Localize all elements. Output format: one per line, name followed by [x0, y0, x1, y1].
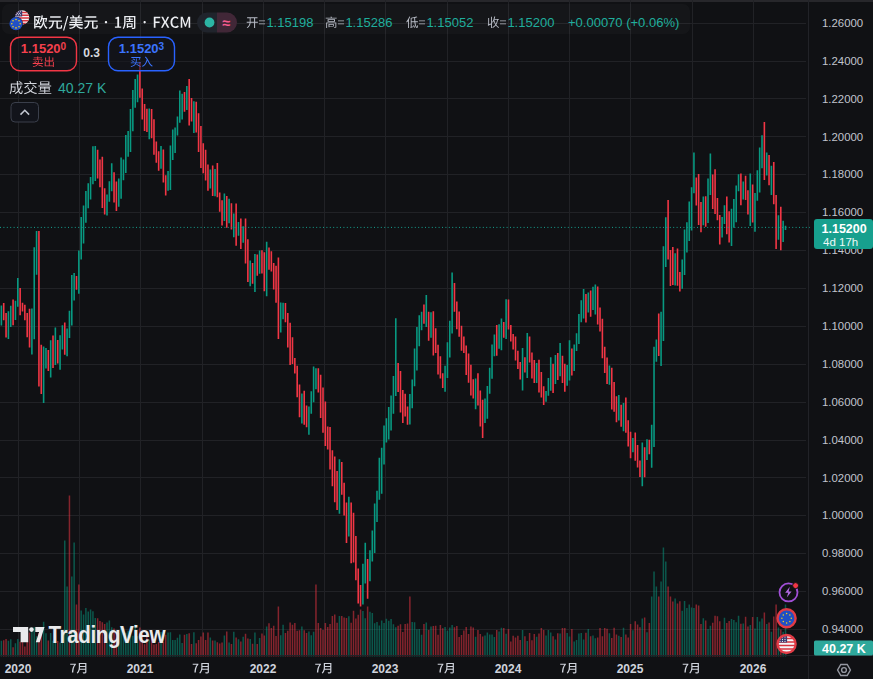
svg-text:1.00000: 1.00000: [822, 509, 863, 521]
svg-text:40.27 K: 40.27 K: [822, 642, 866, 656]
svg-text:2026: 2026: [740, 662, 767, 676]
svg-text:1.15203: 1.15203: [119, 41, 165, 56]
svg-text:1.15198: 1.15198: [266, 15, 313, 30]
svg-text:0.98000: 0.98000: [822, 547, 863, 559]
svg-text:1.04000: 1.04000: [822, 434, 863, 446]
svg-text:1.06000: 1.06000: [822, 396, 863, 408]
svg-text:1.15200: 1.15200: [21, 41, 67, 56]
svg-text:2020: 2020: [5, 662, 32, 676]
svg-text:1.18000: 1.18000: [822, 168, 863, 180]
svg-text:1.22000: 1.22000: [822, 93, 863, 105]
svg-text:1.15200: 1.15200: [507, 15, 554, 30]
svg-text:2024: 2024: [495, 662, 522, 676]
svg-text:0.3: 0.3: [83, 46, 100, 60]
svg-text:1.08000: 1.08000: [822, 358, 863, 370]
svg-text:2022: 2022: [250, 662, 277, 676]
svg-text:+0.00070 (+0.06%): +0.00070 (+0.06%): [568, 15, 679, 30]
svg-text:1.15052: 1.15052: [426, 15, 473, 30]
svg-text:≈: ≈: [223, 15, 231, 31]
svg-text:1.02000: 1.02000: [822, 472, 863, 484]
svg-text:1.15286: 1.15286: [345, 15, 392, 30]
svg-text:0.96000: 0.96000: [822, 585, 863, 597]
svg-text:2025: 2025: [617, 662, 644, 676]
svg-text:1.24000: 1.24000: [822, 55, 863, 67]
svg-text:2023: 2023: [372, 662, 399, 676]
svg-text:2021: 2021: [127, 662, 154, 676]
svg-text:TradingView: TradingView: [49, 622, 167, 649]
svg-text:1.16000: 1.16000: [822, 206, 863, 218]
svg-text:1.12000: 1.12000: [822, 282, 863, 294]
svg-text:1.15200: 1.15200: [822, 222, 867, 236]
svg-text:0.94000: 0.94000: [822, 623, 863, 635]
svg-text:4d 17h: 4d 17h: [823, 236, 858, 248]
svg-text:1.10000: 1.10000: [822, 320, 863, 332]
svg-text:1.26000: 1.26000: [822, 17, 863, 29]
svg-text:1.20000: 1.20000: [822, 131, 863, 143]
svg-text:40.27 K: 40.27 K: [58, 80, 107, 96]
